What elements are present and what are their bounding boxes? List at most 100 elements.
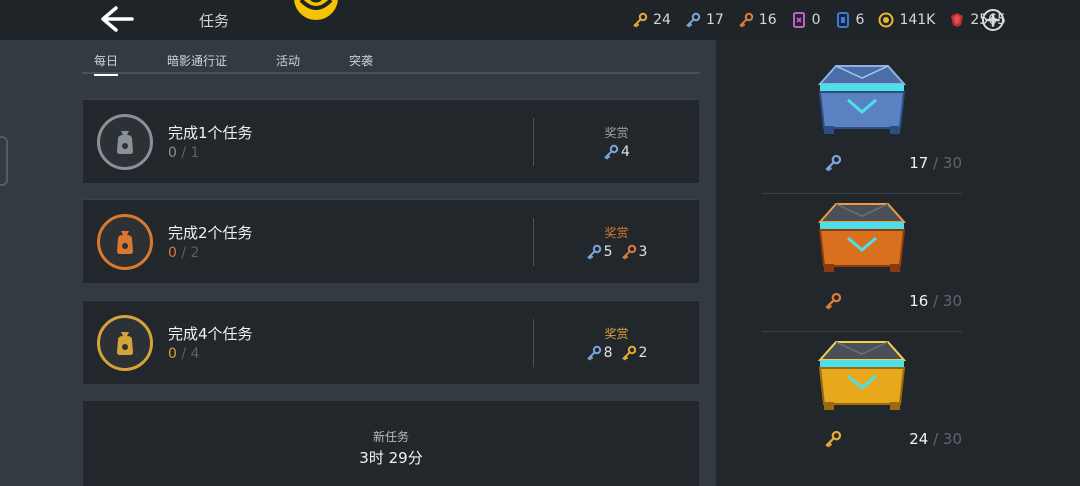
currency-value: 17: [705, 12, 724, 28]
back-arrow-icon: [101, 6, 134, 32]
reward-items: 4: [534, 144, 699, 160]
reward-item: 3: [621, 244, 647, 260]
new-task-timer: 新任务 3时 29分: [83, 401, 699, 486]
currency-value: 16: [758, 12, 777, 28]
reward-items: 82: [534, 345, 699, 361]
gold-key-icon: [825, 430, 841, 448]
chest-key-count: 16 / 30: [762, 292, 962, 310]
currency-blue-key: 17: [685, 12, 724, 28]
task-progress-current: 0: [168, 346, 177, 362]
coin-icon: [878, 12, 894, 28]
chest-panel: 17 / 30 16 / 30 24 / 30: [716, 40, 1080, 486]
currency-coin: 141K: [878, 12, 935, 28]
red-gem-icon: [951, 13, 964, 27]
chest-key-separator: /: [933, 430, 939, 448]
currency-value: 24: [653, 12, 671, 28]
tab-bar: 每日 暗影通行证 活动 突袭: [82, 40, 700, 76]
currency-value: 6: [855, 12, 865, 28]
page-title: 任务: [199, 12, 230, 30]
reward-item: 8: [586, 345, 613, 361]
task-title: 完成2个任务: [168, 224, 253, 242]
blue-card-icon: [836, 12, 849, 28]
chest-key-required: 30: [942, 292, 962, 310]
chest-key-current: 16: [909, 292, 929, 310]
currency-purple-ticket: 0: [791, 12, 821, 28]
chest-key-count: 24 / 30: [762, 430, 962, 448]
task-card[interactable]: 完成2个任务 0 / 2 奖赏 5 3: [83, 199, 699, 283]
currency-gold-key: 24: [632, 12, 671, 28]
chest-divider: [762, 193, 962, 194]
task-progress-total: 1: [190, 145, 200, 161]
back-button[interactable]: [98, 4, 136, 34]
chest-key-separator: /: [933, 154, 939, 172]
plus-circle-icon: [982, 9, 1004, 31]
task-progress-current: 0: [168, 145, 177, 161]
chest-key-current: 17: [909, 154, 929, 172]
reward-label: 奖赏: [604, 126, 629, 140]
task-title: 完成4个任务: [168, 325, 253, 343]
task-progress: 0 / 4: [168, 346, 199, 362]
reward-amount: 5: [603, 244, 613, 260]
task-bag-icon: [97, 214, 153, 270]
reward-item: 4: [603, 144, 630, 160]
gold-key-icon: [622, 345, 636, 361]
new-task-label: 新任务: [372, 430, 409, 444]
top-bar: 任务 24171606141K2565: [0, 0, 1080, 40]
reward-label: 奖赏: [604, 226, 629, 240]
chest-key-required: 30: [942, 430, 962, 448]
task-card[interactable]: 完成4个任务 0 / 4 奖赏 8 2: [83, 300, 699, 384]
task-reward: 奖赏 4: [534, 124, 699, 160]
task-progress-separator: /: [181, 245, 187, 261]
task-reward: 奖赏 5 3: [534, 224, 699, 260]
task-progress-separator: /: [181, 145, 187, 161]
currency-bar: 24171606141K2565: [632, 10, 1006, 30]
blue-key-icon: [686, 12, 701, 28]
add-currency-button[interactable]: [981, 8, 1005, 32]
tab-raid[interactable]: 突袭: [349, 40, 373, 74]
task-title: 完成1个任务: [168, 124, 253, 142]
tab-daily[interactable]: 每日: [94, 40, 119, 76]
currency-value: 141K: [899, 12, 936, 28]
orange-key-icon: [622, 244, 636, 260]
blue-chest[interactable]: 17 / 30: [762, 58, 962, 196]
reward-amount: 4: [621, 144, 630, 160]
task-progress-separator: /: [181, 346, 187, 362]
task-progress-current: 0: [168, 245, 177, 261]
reward-label: 奖赏: [604, 327, 629, 341]
orange-chest[interactable]: 16 / 30: [762, 196, 962, 334]
gold-key-icon: [633, 12, 648, 28]
task-progress: 0 / 2: [168, 245, 199, 261]
reward-items: 53: [534, 244, 699, 260]
chest-icon: [817, 341, 907, 410]
purple-ticket-icon: [792, 12, 805, 28]
task-bag-icon: [97, 114, 153, 170]
gold-chest[interactable]: 24 / 30: [762, 334, 962, 472]
chest-key-current: 24: [909, 430, 929, 448]
task-card[interactable]: 完成1个任务 0 / 1 奖赏 4: [83, 99, 699, 183]
tab-shadow-pass[interactable]: 暗影通行证: [167, 40, 227, 74]
chest-key-required: 30: [942, 154, 962, 172]
blue-key-icon: [604, 144, 619, 160]
side-handle[interactable]: [0, 136, 8, 186]
blue-key-icon: [825, 154, 841, 172]
currency-value: 0: [811, 12, 821, 28]
currency-blue-card: 6: [835, 12, 865, 28]
orange-key-icon: [739, 12, 753, 28]
new-task-countdown: 3时 29分: [359, 449, 423, 467]
reward-item: 2: [621, 345, 648, 361]
task-progress-total: 4: [190, 346, 200, 362]
blue-key-icon: [587, 244, 601, 260]
reward-amount: 8: [603, 345, 613, 361]
task-progress-total: 2: [190, 245, 200, 261]
blue-key-icon: [587, 345, 601, 361]
reward-item: 5: [586, 244, 613, 260]
task-progress: 0 / 1: [168, 145, 199, 161]
reward-amount: 2: [638, 345, 648, 361]
task-bag-icon: [97, 315, 153, 371]
chest-divider: [762, 331, 962, 332]
chest-key-count: 17 / 30: [762, 154, 962, 172]
orange-key-icon: [825, 292, 841, 310]
task-reward: 奖赏 8 2: [534, 325, 699, 361]
game-logo-icon: [294, 0, 338, 20]
tab-events[interactable]: 活动: [276, 40, 300, 74]
